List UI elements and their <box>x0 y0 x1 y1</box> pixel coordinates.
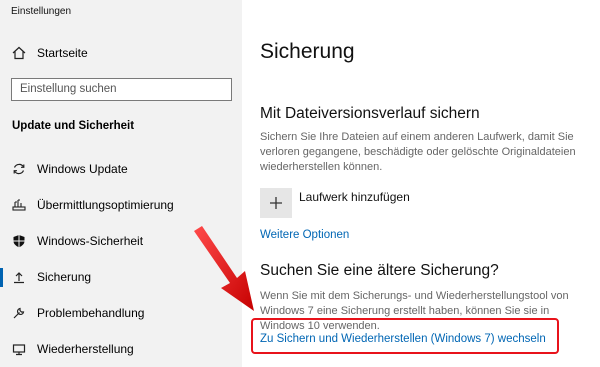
file-history-heading: Mit Dateiversionsverlauf sichern <box>260 105 480 122</box>
page-title: Sicherung <box>260 40 355 63</box>
plus-icon <box>270 197 282 209</box>
home-label: Startseite <box>37 46 88 60</box>
annotation-highlight-box <box>251 318 559 354</box>
sync-icon <box>13 163 25 175</box>
wrench-icon <box>13 307 25 319</box>
older-backup-heading: Suchen Sie eine ältere Sicherung? <box>260 262 499 279</box>
sidebar-item-label: Problembehandlung <box>37 306 145 320</box>
section-title: Update und Sicherheit <box>12 120 135 132</box>
search-input[interactable]: Einstellung suchen <box>11 78 232 101</box>
home-icon <box>12 46 26 60</box>
file-history-description: Sichern Sie Ihre Dateien auf einem ander… <box>260 131 576 173</box>
add-drive-label[interactable]: Laufwerk hinzufügen <box>299 190 410 204</box>
shield-icon <box>13 235 25 248</box>
home-link[interactable]: Startseite <box>12 46 88 60</box>
window-title: Einstellungen <box>11 6 72 17</box>
sidebar-item-label: Sicherung <box>37 270 92 284</box>
sidebar-item-label: Windows-Sicherheit <box>37 234 144 248</box>
recovery-icon <box>12 344 26 356</box>
upload-icon <box>14 272 24 284</box>
delivery-icon <box>12 199 26 211</box>
sidebar-item-label: Übermittlungsoptimierung <box>37 198 174 212</box>
sidebar-item-label: Windows Update <box>37 162 128 176</box>
sidebar-item-delivery-optimization[interactable]: Übermittlungsoptimierung <box>0 191 242 219</box>
annotation-arrow <box>194 226 254 311</box>
sidebar-item-label: Wiederherstellung <box>37 342 134 356</box>
active-indicator <box>0 268 3 287</box>
search-placeholder: Einstellung suchen <box>20 83 117 95</box>
more-options-link[interactable]: Weitere Optionen <box>260 229 349 241</box>
sidebar-item-windows-update[interactable]: Windows Update <box>0 155 242 183</box>
sidebar-item-recovery[interactable]: Wiederherstellung <box>0 335 242 363</box>
add-drive-button[interactable] <box>260 188 292 218</box>
